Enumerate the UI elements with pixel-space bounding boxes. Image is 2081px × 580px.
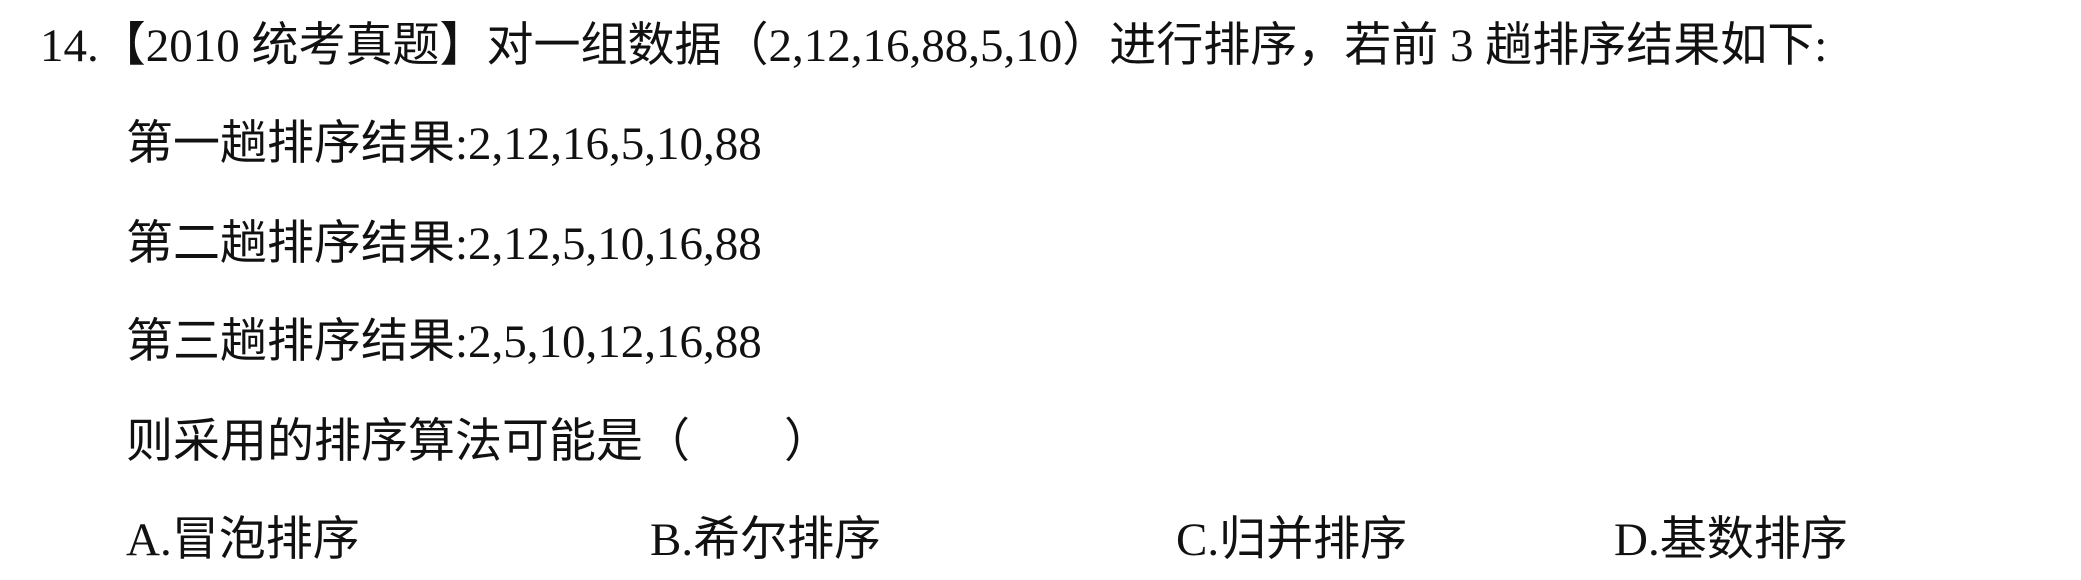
option-d[interactable]: D.基数排序 xyxy=(1614,510,1848,570)
question-block: 14.【2010 统考真题】对一组数据（2,12,16,88,5,10）进行排序… xyxy=(0,0,2081,580)
question-stem: 14.【2010 统考真题】对一组数据（2,12,16,88,5,10）进行排序… xyxy=(40,20,1828,72)
option-b[interactable]: B.希尔排序 xyxy=(650,510,881,570)
question-prompt: 则采用的排序算法可能是（ ） xyxy=(126,416,831,468)
answer-options: A.冒泡排序 B.希尔排序 C.归并排序 D.基数排序 xyxy=(0,510,2081,570)
sort-pass-3-result: 第三趟排序结果:2,5,10,12,16,88 xyxy=(126,316,762,368)
option-c[interactable]: C.归并排序 xyxy=(1176,510,1407,570)
sort-pass-1-result: 第一趟排序结果:2,12,16,5,10,88 xyxy=(126,118,762,170)
option-a[interactable]: A.冒泡排序 xyxy=(126,510,360,570)
sort-pass-2-result: 第二趟排序结果:2,12,5,10,16,88 xyxy=(126,218,762,270)
